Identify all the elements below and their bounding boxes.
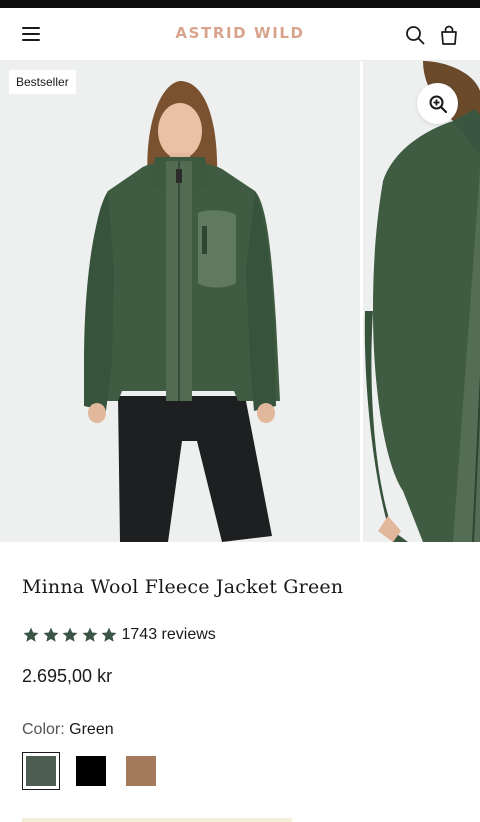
star-icon	[23, 627, 39, 642]
swatch-black-fill	[76, 756, 106, 786]
star-icon	[43, 627, 58, 642]
color-label-text: Color:	[22, 721, 65, 738]
product-price: 2.695,00 kr	[22, 666, 113, 686]
swatch-green[interactable]	[22, 752, 60, 790]
status-bar	[0, 0, 480, 8]
star-icon	[101, 627, 117, 642]
shopping-bag-icon[interactable]	[438, 24, 460, 46]
product-title: Minna Wool Fleece Jacket Green	[22, 576, 344, 598]
review-count-link[interactable]: 1743 reviews	[122, 626, 216, 644]
bestseller-badge: Bestseller	[9, 70, 76, 94]
site-header: ASTRID WILD	[0, 8, 480, 61]
selected-color-value: Green	[69, 721, 114, 738]
swatch-green-fill	[26, 756, 56, 786]
star-icon	[62, 627, 78, 642]
add-to-cart-button-edge[interactable]	[22, 818, 292, 822]
product-image-gallery[interactable]: Bestseller	[0, 61, 480, 542]
search-icon[interactable]	[404, 24, 426, 46]
star-icon	[82, 627, 97, 642]
zoom-in-icon[interactable]	[417, 83, 458, 124]
swatch-brown-fill	[126, 756, 156, 786]
swatch-brown[interactable]	[122, 752, 160, 790]
color-swatches	[22, 752, 172, 790]
star-rating	[22, 626, 120, 644]
product-image-secondary[interactable]	[363, 61, 480, 542]
color-label: Color: Green	[22, 721, 114, 739]
product-rating[interactable]: 1743 reviews	[22, 624, 216, 646]
swatch-black[interactable]	[72, 752, 110, 790]
product-image-main[interactable]: Bestseller	[0, 61, 360, 542]
